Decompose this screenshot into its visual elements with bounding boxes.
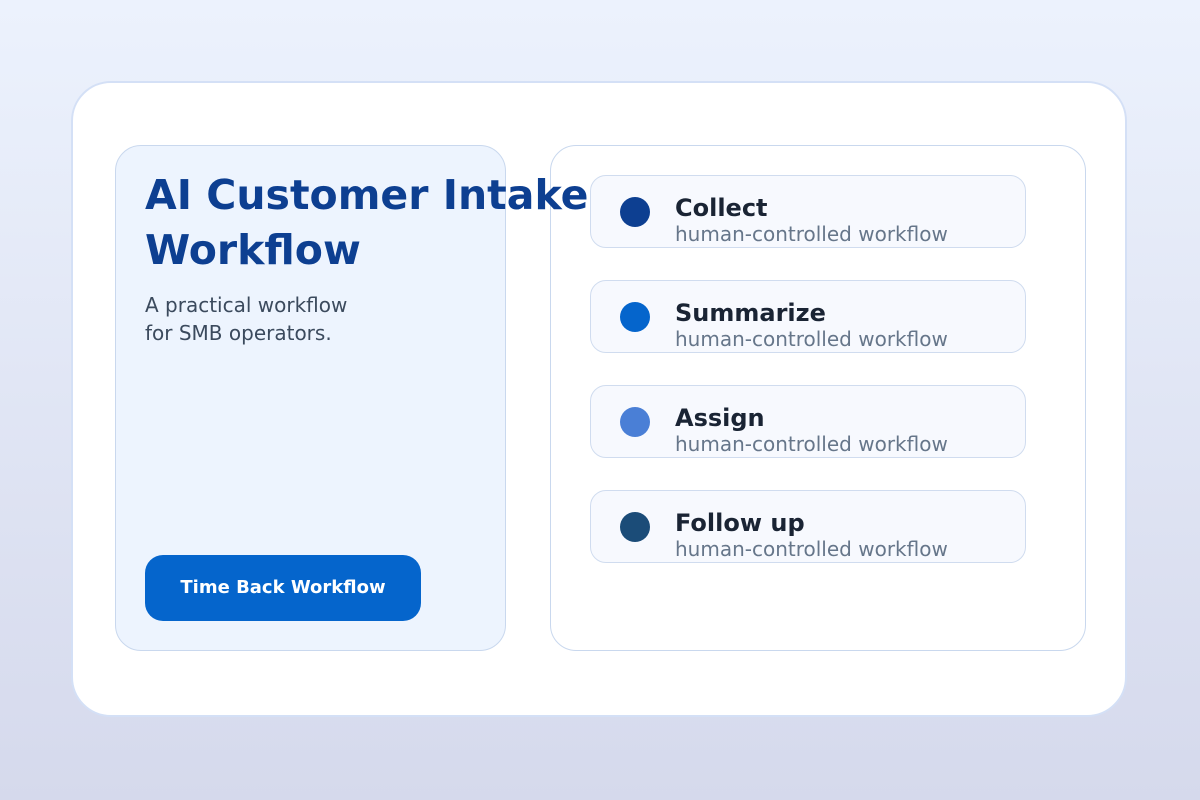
- step-dot-icon: [620, 407, 650, 437]
- step-title: Follow up: [675, 509, 805, 537]
- step-subtitle: human-controlled workflow: [675, 432, 948, 456]
- step-subtitle: human-controlled workflow: [675, 537, 948, 561]
- page-subtitle-line-1: A practical workflow: [145, 293, 348, 317]
- step-dot-icon: [620, 302, 650, 332]
- step-title: Collect: [675, 194, 768, 222]
- page-title: AI Customer Intake Workflow: [145, 168, 588, 278]
- page-subtitle: A practical workflow for SMB operators.: [145, 291, 347, 347]
- time-back-workflow-button[interactable]: Time Back Workflow: [145, 555, 421, 621]
- step-dot-icon: [620, 512, 650, 542]
- step-subtitle: human-controlled workflow: [675, 222, 948, 246]
- step-dot-icon: [620, 197, 650, 227]
- page-title-line-2: Workflow: [145, 226, 361, 274]
- step-card-summarize: Summarize human-controlled workflow: [590, 280, 1026, 353]
- step-card-collect: Collect human-controlled workflow: [590, 175, 1026, 248]
- step-title: Summarize: [675, 299, 826, 327]
- step-title: Assign: [675, 404, 765, 432]
- step-card-follow-up: Follow up human-controlled workflow: [590, 490, 1026, 563]
- step-card-assign: Assign human-controlled workflow: [590, 385, 1026, 458]
- page-title-line-1: AI Customer Intake: [145, 171, 589, 219]
- page-subtitle-line-2: for SMB operators.: [145, 321, 332, 345]
- step-subtitle: human-controlled workflow: [675, 327, 948, 351]
